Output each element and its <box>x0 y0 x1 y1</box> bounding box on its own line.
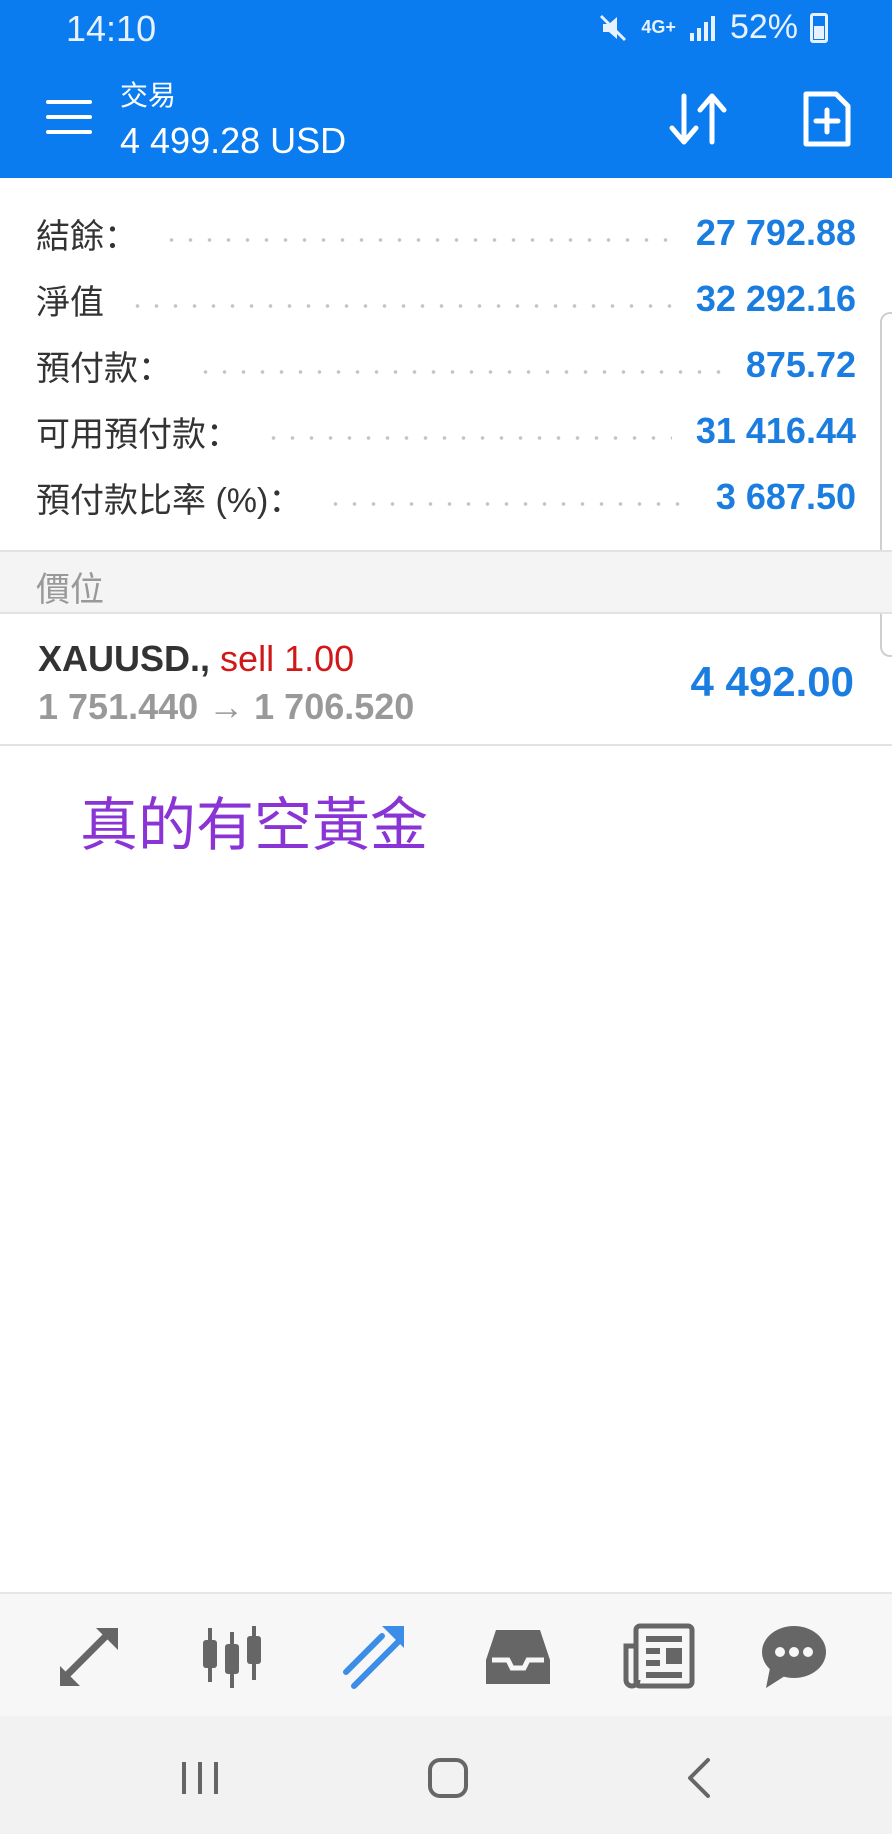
chat-icon[interactable] <box>754 1616 834 1696</box>
new-order-icon[interactable] <box>802 90 852 148</box>
top-app-bar: 14:10 4G+ 52% 交易 4 499.28 USD <box>0 0 892 178</box>
signal-icon <box>689 15 715 41</box>
network-type-label: 4G+ <box>641 17 676 37</box>
dot-leader <box>196 369 722 375</box>
dot-leader <box>264 435 672 441</box>
news-icon[interactable] <box>620 1616 700 1696</box>
sort-icon[interactable] <box>664 92 734 148</box>
mute-icon <box>600 14 627 41</box>
recent-apps-icon[interactable] <box>170 1748 230 1808</box>
margin-level-row: 預付款比率 (%)： 3 687.50 <box>0 464 892 530</box>
quotes-icon[interactable] <box>52 1616 132 1696</box>
margin-label: 預付款： <box>36 349 172 388</box>
account-summary: 結餘： 27 792.88 淨值 32 292.16 預付款： 875.72 可… <box>0 200 892 530</box>
page-title: 交易 <box>120 80 177 111</box>
symbol-name: XAUUSD., <box>38 638 211 679</box>
history-icon[interactable] <box>478 1616 558 1696</box>
position-side: sell 1.00 <box>220 638 355 679</box>
battery-icon <box>810 12 828 43</box>
dot-leader <box>128 303 672 309</box>
position-profit: 4 492.00 <box>690 658 855 705</box>
trade-icon[interactable] <box>336 1616 416 1696</box>
margin-row: 預付款： 875.72 <box>0 332 892 398</box>
equity-value: 32 292.16 <box>695 278 856 319</box>
balance-label: 結餘： <box>36 217 138 256</box>
equity-row: 淨值 32 292.16 <box>0 266 892 332</box>
system-navigation-bar <box>0 1716 892 1834</box>
back-icon[interactable] <box>670 1748 730 1808</box>
header-balance: 4 499.28 USD <box>120 120 347 161</box>
margin-level-value: 3 687.50 <box>715 476 856 517</box>
balance-row: 結餘： 27 792.88 <box>0 200 892 266</box>
status-icons: 4G+ 52% <box>597 8 828 47</box>
free-margin-label: 可用預付款： <box>36 415 240 454</box>
menu-icon[interactable] <box>46 100 92 134</box>
section-title: 價位 <box>36 571 104 609</box>
balance-value: 27 792.88 <box>695 212 856 253</box>
home-icon[interactable] <box>418 1748 478 1808</box>
equity-label: 淨值 <box>36 283 104 322</box>
dot-leader <box>162 237 672 243</box>
position-prices: 1 751.440 → 1 706.520 <box>38 686 415 727</box>
battery-percent: 52% <box>729 8 798 46</box>
dot-leader <box>326 501 692 507</box>
bottom-navigation <box>0 1592 892 1716</box>
position-row[interactable]: XAUUSD., sell 1.00 1 751.440 → 1 706.520… <box>0 616 892 746</box>
positions-section-header: 價位 <box>0 550 892 614</box>
position-symbol: XAUUSD., sell 1.00 <box>38 638 354 680</box>
margin-value: 875.72 <box>745 344 856 385</box>
free-margin-value: 31 416.44 <box>695 410 856 451</box>
margin-level-label: 預付款比率 (%)： <box>36 481 303 520</box>
free-margin-row: 可用預付款： 31 416.44 <box>0 398 892 464</box>
status-time: 14:10 <box>66 8 157 49</box>
handwritten-note: 真的有空黃金 <box>80 791 429 859</box>
chart-icon[interactable] <box>194 1616 274 1696</box>
